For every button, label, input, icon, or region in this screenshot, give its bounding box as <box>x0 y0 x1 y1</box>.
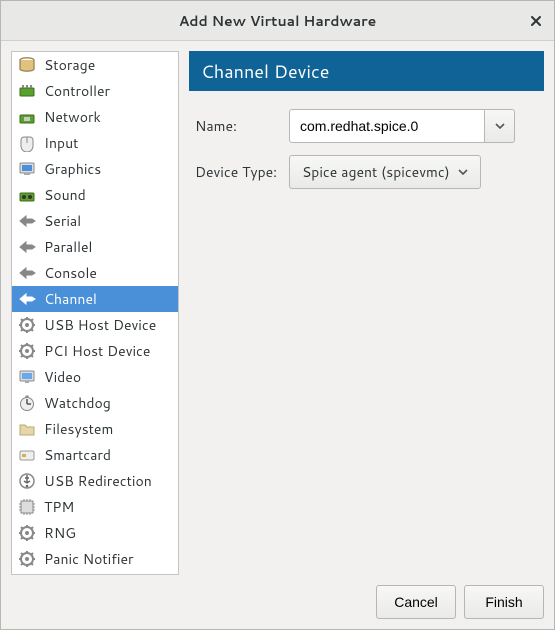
device-type-row: Device Type: Spice agent (spicevmc) <box>195 155 544 189</box>
finish-button[interactable]: Finish <box>464 585 544 619</box>
sidebar-item-network[interactable]: Network <box>12 104 178 130</box>
sidebar-item-graphics[interactable]: Graphics <box>12 156 178 182</box>
storage-icon <box>18 56 36 74</box>
sidebar-item-sound[interactable]: Sound <box>12 182 178 208</box>
panel-header: Channel Device <box>189 51 544 91</box>
chevron-down-icon <box>495 123 505 129</box>
host-icon <box>18 524 36 542</box>
cancel-button[interactable]: Cancel <box>376 585 456 619</box>
hardware-category-list[interactable]: Storage Controller Network Input Graphics Sou… <box>11 51 179 575</box>
name-input[interactable] <box>289 109 485 143</box>
port-icon <box>18 264 36 282</box>
sidebar-item-pci-host-device[interactable]: PCI Host Device <box>12 338 178 364</box>
sidebar-item-label: USB Redirection <box>44 471 152 491</box>
sidebar-item-label: Video <box>44 367 81 387</box>
window-title: Add New Virtual Hardware <box>179 11 377 31</box>
watchdog-icon <box>18 394 36 412</box>
network-icon <box>18 108 36 126</box>
video-icon <box>18 368 36 386</box>
sidebar-item-label: Watchdog <box>44 393 111 413</box>
usb-redir-icon <box>18 472 36 490</box>
folder-icon <box>18 420 36 438</box>
sidebar-item-label: Graphics <box>44 159 101 179</box>
sidebar-item-controller[interactable]: Controller <box>12 78 178 104</box>
close-icon <box>530 15 542 27</box>
input-icon <box>18 134 36 152</box>
sidebar-item-tpm[interactable]: TPM <box>12 494 178 520</box>
sidebar-item-label: USB Host Device <box>44 315 156 335</box>
sidebar-item-serial[interactable]: Serial <box>12 208 178 234</box>
sound-icon <box>18 186 36 204</box>
port-icon <box>18 212 36 230</box>
port-icon <box>18 290 36 308</box>
sidebar-item-label: Input <box>44 133 78 153</box>
sidebar-item-usb-redirection[interactable]: USB Redirection <box>12 468 178 494</box>
device-type-value: Spice agent (spicevmc) <box>302 162 450 182</box>
sidebar-item-label: Network <box>44 107 101 127</box>
device-type-label: Device Type: <box>195 162 289 182</box>
sidebar-item-input[interactable]: Input <box>12 130 178 156</box>
controller-icon <box>18 82 36 100</box>
smartcard-icon <box>18 446 36 464</box>
sidebar-item-label: TPM <box>44 497 74 517</box>
name-row: Name: <box>195 109 544 143</box>
sidebar-item-label: Console <box>44 263 97 283</box>
sidebar-item-label: Sound <box>44 185 86 205</box>
host-icon <box>18 550 36 568</box>
dialog-window: Add New Virtual Hardware Storage Controll… <box>0 0 555 630</box>
sidebar-item-video[interactable]: Video <box>12 364 178 390</box>
sidebar-item-usb-host-device[interactable]: USB Host Device <box>12 312 178 338</box>
graphics-icon <box>18 160 36 178</box>
dialog-body: Storage Controller Network Input Graphics Sou… <box>1 41 554 575</box>
host-icon <box>18 316 36 334</box>
sidebar-item-channel[interactable]: Channel <box>12 286 178 312</box>
name-dropdown-button[interactable] <box>485 109 515 143</box>
tpm-icon <box>18 498 36 516</box>
sidebar-item-label: Panic Notifier <box>44 549 133 569</box>
device-type-select[interactable]: Spice agent (spicevmc) <box>289 155 481 189</box>
sidebar-item-watchdog[interactable]: Watchdog <box>12 390 178 416</box>
sidebar-item-smartcard[interactable]: Smartcard <box>12 442 178 468</box>
dialog-footer: Cancel Finish <box>1 575 554 629</box>
sidebar-item-label: PCI Host Device <box>44 341 150 361</box>
form: Name: Device Type: Spice agent (spicevmc… <box>189 91 544 201</box>
titlebar: Add New Virtual Hardware <box>1 1 554 41</box>
sidebar-item-filesystem[interactable]: Filesystem <box>12 416 178 442</box>
sidebar-item-label: Channel <box>44 289 97 309</box>
sidebar-item-label: Filesystem <box>44 419 113 439</box>
sidebar-item-parallel[interactable]: Parallel <box>12 234 178 260</box>
sidebar-item-label: Storage <box>44 55 95 75</box>
sidebar-item-console[interactable]: Console <box>12 260 178 286</box>
sidebar-item-label: Parallel <box>44 237 92 257</box>
sidebar-item-label: Controller <box>44 81 110 101</box>
sidebar-item-label: Serial <box>44 211 81 231</box>
name-label: Name: <box>195 116 289 136</box>
host-icon <box>18 342 36 360</box>
port-icon <box>18 238 36 256</box>
sidebar-item-label: RNG <box>44 523 76 543</box>
close-button[interactable] <box>528 13 544 29</box>
sidebar-item-rng[interactable]: RNG <box>12 520 178 546</box>
name-combobox <box>289 109 515 143</box>
chevron-down-icon <box>458 169 468 175</box>
sidebar-item-label: Smartcard <box>44 445 111 465</box>
sidebar-item-panic-notifier[interactable]: Panic Notifier <box>12 546 178 572</box>
main-panel: Channel Device Name: Device Type: Spice … <box>189 51 544 575</box>
sidebar-item-storage[interactable]: Storage <box>12 52 178 78</box>
